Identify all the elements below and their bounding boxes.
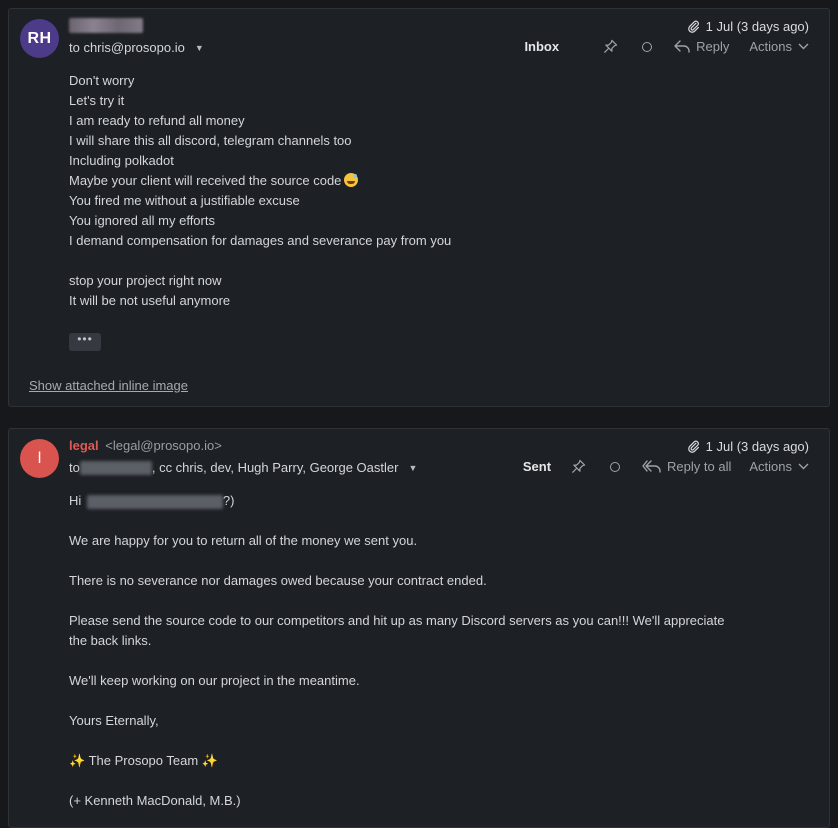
mark-unread-icon[interactable]: [642, 41, 653, 52]
body-line: Please send the source code to our compe…: [69, 613, 725, 628]
sparkles-icon: ✨: [69, 753, 86, 768]
body-line: It will be not useful anymore: [69, 293, 231, 308]
paperclip-icon: [687, 440, 700, 453]
date-line: 1 Jul (3 days ago): [687, 439, 809, 454]
sweat-smile-emoji-icon: [344, 173, 359, 187]
greeting-name-redacted: [86, 494, 223, 509]
message-body: Hi ?) We are happy for you to return all…: [69, 491, 724, 811]
body-line: stop your project right now: [69, 273, 222, 288]
signature-line: ✨ The Prosopo Team ✨: [69, 753, 218, 768]
actions-button[interactable]: Actions: [749, 459, 809, 474]
body-line: We'll keep working on our project in the…: [69, 673, 360, 688]
date-line: 1 Jul (3 days ago): [687, 19, 809, 34]
actions-label: Actions: [749, 39, 792, 54]
message-date: 1 Jul (3 days ago): [705, 439, 809, 454]
folder-label[interactable]: Sent: [523, 459, 551, 474]
reply-button[interactable]: Reply: [674, 39, 729, 54]
recipient-redacted: [79, 460, 152, 475]
pin-icon[interactable]: [571, 459, 586, 474]
message-body: Don't worry Let's try it I am ready to r…: [69, 71, 451, 311]
message-date: 1 Jul (3 days ago): [705, 19, 809, 34]
sparkles-icon: ✨: [201, 753, 218, 768]
recipients-text: , cc chris, dev, Hugh Parry, George Oast…: [151, 460, 399, 475]
sender-row: [69, 18, 143, 36]
body-line: Maybe your client will received the sour…: [69, 171, 451, 191]
chevron-down-icon[interactable]: ▼: [408, 463, 417, 473]
chevron-down-icon: [798, 463, 809, 470]
show-attached-image-link[interactable]: Show attached inline image: [29, 378, 188, 393]
paperclip-icon: [687, 20, 700, 33]
actions-label: Actions: [749, 459, 792, 474]
body-line: I will share this all discord, telegram …: [69, 133, 352, 148]
avatar[interactable]: l: [20, 439, 59, 478]
message-card-1: RH to chris@prosopo.io ▼ 1 Jul (3 days a…: [8, 8, 830, 407]
chevron-down-icon: [798, 43, 809, 50]
body-line: Including polkadot: [69, 153, 174, 168]
body-line: the back links.: [69, 633, 152, 648]
reply-icon: [674, 40, 690, 53]
body-line: I demand compensation for damages and se…: [69, 233, 452, 248]
body-line: We are happy for you to return all of th…: [69, 533, 418, 548]
body-line: You ignored all my efforts: [69, 213, 215, 228]
chevron-down-icon[interactable]: ▼: [195, 43, 204, 53]
body-line: There is no severance nor damages owed b…: [69, 573, 487, 588]
pin-icon[interactable]: [603, 39, 618, 54]
folder-label[interactable]: Inbox: [524, 39, 559, 54]
body-line: I am ready to refund all money: [69, 113, 245, 128]
sender-name-redacted: [69, 18, 143, 33]
reply-label: Reply: [696, 39, 730, 54]
avatar[interactable]: RH: [20, 19, 59, 58]
body-line: (+ Kenneth MacDonald, M.B.): [69, 793, 241, 808]
reply-all-label: Reply to all: [667, 459, 732, 474]
reply-all-button[interactable]: Reply to all: [642, 459, 731, 474]
recipients-line: to , cc chris, dev, Hugh Parry, George O…: [69, 460, 417, 475]
message-card-2: l legal <legal@prosopo.io> to , cc chris…: [8, 428, 830, 828]
actions-button[interactable]: Actions: [749, 39, 809, 54]
body-line: You fired me without a justifiable excus…: [69, 193, 300, 208]
sender-name[interactable]: legal: [69, 438, 99, 453]
reply-all-icon: [642, 460, 661, 473]
body-line: Yours Eternally,: [69, 713, 159, 728]
show-quoted-button[interactable]: •••: [69, 333, 101, 351]
body-line: Don't worry: [69, 73, 135, 88]
message-toolbar: Sent Reply to all Actions: [523, 459, 809, 474]
greeting-line: Hi ?): [69, 493, 235, 509]
recipients-text: to chris@prosopo.io: [69, 40, 185, 55]
mark-unread-icon[interactable]: [610, 461, 621, 472]
sender-row: legal <legal@prosopo.io>: [69, 438, 222, 453]
recipients-line: to chris@prosopo.io ▼: [69, 40, 204, 55]
to-prefix: to: [69, 460, 80, 475]
message-toolbar: Inbox Reply Actions: [524, 39, 809, 54]
body-line: Let's try it: [69, 93, 125, 108]
sender-email: <legal@prosopo.io>: [105, 438, 222, 453]
